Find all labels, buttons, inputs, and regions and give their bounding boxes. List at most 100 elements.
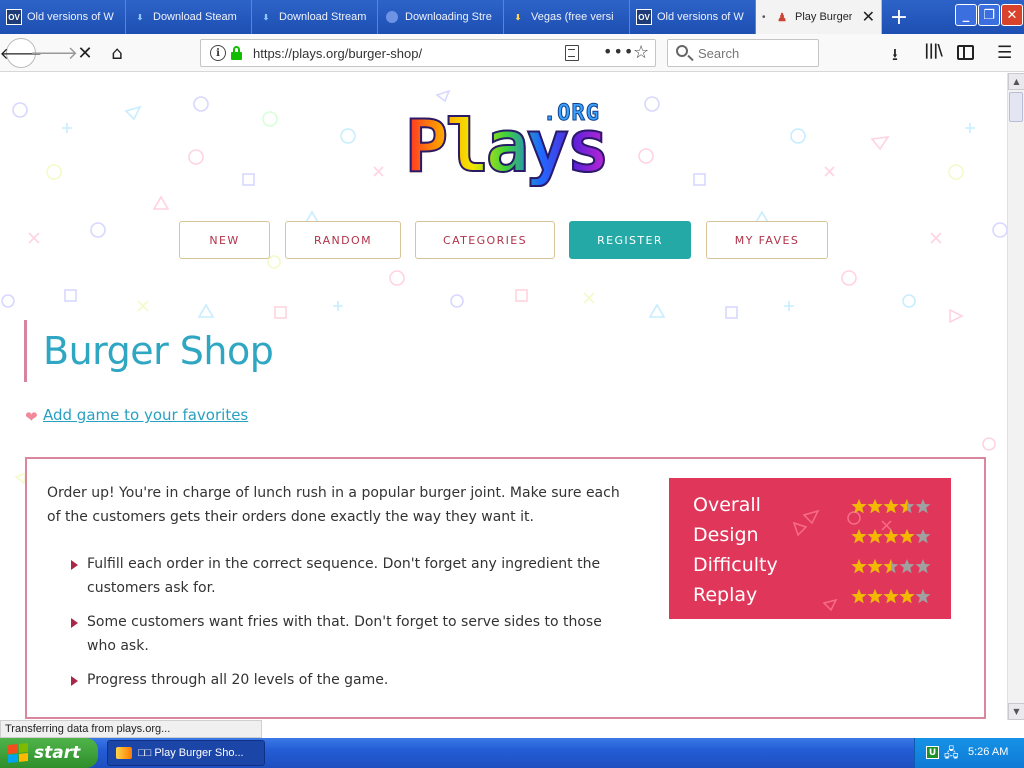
- lock-icon: [231, 46, 242, 60]
- star-icon: [915, 499, 931, 514]
- tab-title: Downloading Stre: [405, 11, 492, 23]
- tab-title: Old versions of W: [27, 11, 114, 23]
- star-icon: [867, 559, 883, 574]
- nav-register-button[interactable]: REGISTER: [569, 221, 691, 259]
- bookmark-star-icon[interactable]: ☆: [633, 42, 649, 63]
- plays-org-logo[interactable]: Plays .ORG: [404, 101, 611, 193]
- rating-label: Difficulty: [693, 554, 778, 576]
- star-icon: [883, 589, 899, 604]
- star-rating-icon: [851, 526, 931, 546]
- star-rating-icon: [851, 586, 931, 606]
- taskbar-window-button[interactable]: □□ Play Burger Sho...: [107, 740, 265, 766]
- library-icon[interactable]: |||\: [924, 41, 943, 59]
- star-icon: [867, 529, 883, 544]
- bullet-triangle-icon: [71, 676, 78, 686]
- status-text: Transferring data from plays.org...: [0, 720, 262, 738]
- feature-text: Progress through all 20 levels of the ga…: [87, 672, 389, 688]
- hamburger-menu-icon[interactable]: ☰: [997, 43, 1012, 63]
- scroll-thumb[interactable]: [1009, 92, 1023, 122]
- plays-icon: ♟: [777, 11, 787, 24]
- start-button[interactable]: start: [0, 738, 98, 768]
- home-button[interactable]: ⌂: [103, 39, 131, 67]
- tab-title: Vegas (free versi: [531, 11, 614, 23]
- nav-my-faves-button[interactable]: MY FAVES: [706, 221, 828, 259]
- tab-5[interactable]: ⬇ Vegas (free versi: [504, 0, 630, 34]
- scroll-up-arrow-icon[interactable]: ▲: [1008, 73, 1024, 90]
- nav-new-button[interactable]: NEW: [179, 221, 270, 259]
- ov-icon: OV: [636, 9, 652, 25]
- tab-strip: OV Old versions of W ⬇ Download Steam ⬇ …: [0, 0, 1024, 34]
- bullet-triangle-icon: [71, 560, 78, 570]
- page-actions-icon[interactable]: •••: [603, 42, 634, 61]
- star-icon: [899, 499, 915, 514]
- circle-icon: [384, 9, 400, 25]
- close-tab-icon[interactable]: ✕: [862, 7, 875, 27]
- steam-icon: ⬇: [262, 12, 270, 22]
- loading-dot-icon: •: [762, 11, 766, 23]
- heart-icon[interactable]: ❤: [25, 408, 38, 426]
- tab-3[interactable]: ⬇ Download Stream: [252, 0, 378, 34]
- search-input[interactable]: Search: [667, 39, 819, 67]
- star-icon: [867, 589, 883, 604]
- reader-view-icon[interactable]: [565, 45, 579, 61]
- rating-label: Overall: [693, 494, 761, 516]
- download-icon[interactable]: ⭳: [892, 42, 898, 71]
- system-tray: U 🖧 5:26 AM: [914, 738, 1024, 768]
- star-icon: [915, 559, 931, 574]
- rating-row-overall: Overall: [693, 494, 933, 522]
- feature-list: Fulfill each order in the correct sequen…: [69, 552, 629, 702]
- forward-button[interactable]: 🡒: [30, 39, 78, 67]
- tab-4[interactable]: Downloading Stre: [378, 0, 504, 34]
- tab-title: Download Stream: [279, 11, 367, 23]
- rating-label: Design: [693, 524, 759, 546]
- minimize-button[interactable]: _: [955, 4, 977, 26]
- list-item: Fulfill each order in the correct sequen…: [69, 552, 629, 600]
- nav-categories-button[interactable]: CATEGORIES: [415, 221, 555, 259]
- nav-random-button[interactable]: RANDOM: [285, 221, 401, 259]
- navigation-toolbar: 🡐 🡒 ✕ ⌂ i https://plays.org/burger-shop/…: [0, 34, 1024, 72]
- add-favorite-link[interactable]: Add game to your favorites: [43, 406, 248, 424]
- rating-row-replay: Replay: [693, 584, 933, 612]
- page-title: Burger Shop: [43, 329, 274, 373]
- rating-row-difficulty: Difficulty: [693, 554, 933, 582]
- tab-6[interactable]: OV Old versions of W: [630, 0, 756, 34]
- tab-1[interactable]: OV Old versions of W: [0, 0, 126, 34]
- tab-2[interactable]: ⬇ Download Steam: [126, 0, 252, 34]
- clock: 5:26 AM: [968, 746, 1009, 758]
- logo-org-text: .ORG: [543, 101, 600, 127]
- start-label: start: [34, 743, 81, 763]
- star-icon: [883, 559, 899, 574]
- info-icon[interactable]: i: [210, 45, 226, 61]
- star-icon: [915, 589, 931, 604]
- feature-text: Fulfill each order in the correct sequen…: [87, 556, 601, 596]
- tray-app-icon[interactable]: U: [926, 746, 939, 759]
- url-bar[interactable]: i https://plays.org/burger-shop/ ••• ☆: [200, 39, 656, 67]
- ov-icon: OV: [6, 9, 22, 25]
- star-icon: [851, 589, 867, 604]
- url-text[interactable]: https://plays.org/burger-shop/: [253, 46, 422, 61]
- new-tab-button[interactable]: +: [882, 0, 916, 34]
- game-description-panel: Order up! You're in charge of lunch rush…: [25, 457, 986, 719]
- status-area: [262, 720, 1024, 738]
- star-icon: [915, 529, 931, 544]
- scroll-down-arrow-icon[interactable]: ▼: [1008, 703, 1024, 720]
- taskbar: start □□ Play Burger Sho... U 🖧 5:26 AM: [0, 738, 1024, 768]
- vertical-scrollbar[interactable]: ▲ ▼: [1007, 73, 1024, 720]
- maximize-button[interactable]: ❐: [978, 4, 1000, 26]
- star-icon: [851, 499, 867, 514]
- star-icon: [883, 499, 899, 514]
- page-viewport: Plays .ORG NEW RANDOM CATEGORIES REGISTE…: [0, 73, 1007, 720]
- tab-active[interactable]: • ♟ Play Burger ✕: [756, 0, 882, 34]
- close-window-button[interactable]: ✕: [1001, 4, 1023, 26]
- bullet-triangle-icon: [71, 618, 78, 628]
- rating-row-design: Design: [693, 524, 933, 552]
- sidebar-icon[interactable]: [957, 45, 974, 60]
- stop-button[interactable]: ✕: [71, 39, 99, 67]
- steam-icon: ⬇: [136, 12, 144, 22]
- network-icon[interactable]: 🖧: [944, 744, 959, 766]
- site-navigation: NEW RANDOM CATEGORIES REGISTER MY FAVES: [0, 221, 1007, 261]
- list-item: Progress through all 20 levels of the ga…: [69, 668, 629, 692]
- search-placeholder: Search: [698, 46, 740, 61]
- taskbar-window-label: □□ Play Burger Sho...: [138, 747, 244, 759]
- star-icon: [867, 499, 883, 514]
